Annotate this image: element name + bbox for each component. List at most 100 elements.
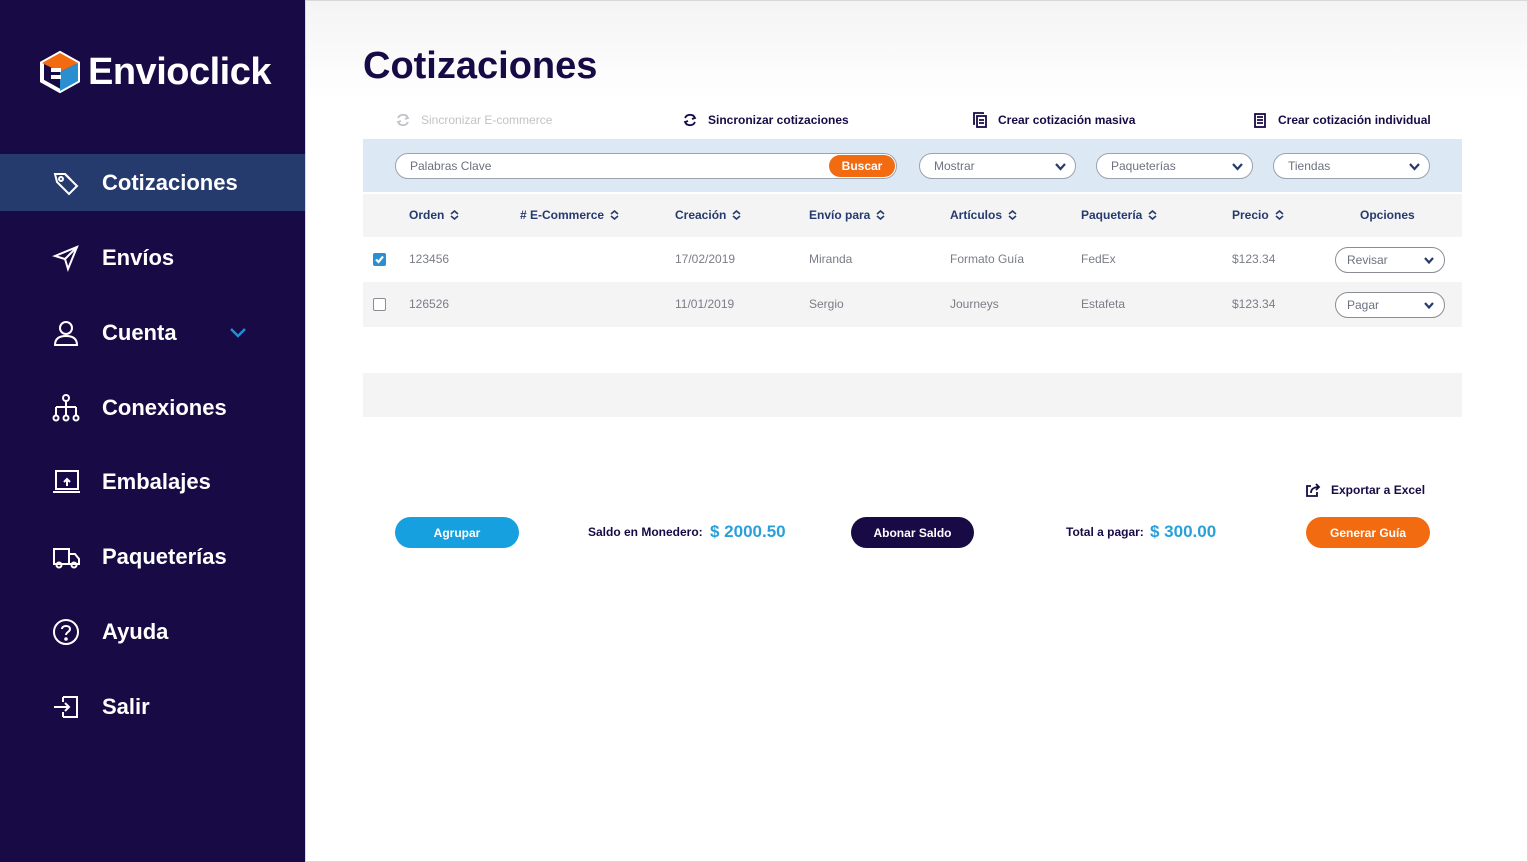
cell-carrier: Estafeta bbox=[1081, 297, 1126, 311]
single-quote-label: Crear cotización individual bbox=[1278, 113, 1431, 127]
sync-icon bbox=[396, 113, 410, 127]
column-header-ecommerce[interactable]: # E-Commerce bbox=[520, 208, 619, 222]
row-options-dropdown[interactable]: Revisar bbox=[1335, 247, 1445, 273]
sidebar-item-cotizaciones[interactable]: Cotizaciones bbox=[0, 154, 305, 211]
sync-icon bbox=[683, 113, 697, 127]
row-checkbox[interactable] bbox=[373, 298, 386, 311]
column-header-label: Opciones bbox=[1360, 208, 1415, 222]
sidebar-item-label: Ayuda bbox=[102, 618, 169, 644]
chevron-down-icon bbox=[1409, 163, 1420, 171]
cell-order: 123456 bbox=[409, 252, 450, 266]
wallet-amount: $ 2000.50 bbox=[710, 522, 786, 541]
bulk-quote-action[interactable]: Crear cotización masiva bbox=[972, 112, 1135, 128]
sidebar-item-label: Embalajes bbox=[102, 468, 211, 494]
generate-guide-button[interactable]: Generar Guía bbox=[1306, 517, 1430, 548]
sidebar-item-salir[interactable]: Salir bbox=[0, 678, 305, 735]
chevron-down-icon[interactable] bbox=[228, 322, 248, 342]
logout-icon bbox=[50, 691, 82, 723]
main-content: Cotizaciones Sincronizar E-commerce Sinc… bbox=[305, 0, 1528, 862]
sidebar-item-cuenta[interactable]: Cuenta bbox=[0, 304, 305, 361]
column-header-label: Artículos bbox=[950, 208, 1003, 222]
sidebar-item-label: Cuenta bbox=[102, 319, 177, 345]
show-dropdown[interactable]: Mostrar bbox=[919, 153, 1076, 179]
row-options-dropdown[interactable]: Pagar bbox=[1335, 292, 1445, 318]
document-icon bbox=[1254, 113, 1266, 128]
column-header-label: Envío para bbox=[809, 208, 871, 222]
chevron-down-icon bbox=[1055, 163, 1066, 171]
column-header-label: Creación bbox=[675, 208, 727, 222]
chevron-down-icon bbox=[1424, 302, 1434, 310]
column-header-envio-para[interactable]: Envío para bbox=[809, 208, 885, 222]
sidebar-item-conexiones[interactable]: Conexiones bbox=[0, 379, 305, 436]
table-row: 123456 17/02/2019 Miranda Formato Guía F… bbox=[363, 237, 1462, 282]
network-icon bbox=[50, 392, 82, 424]
sync-quotes-action[interactable]: Sincronizar cotizaciones bbox=[682, 112, 849, 128]
documents-icon bbox=[973, 112, 987, 128]
sidebar-item-envios[interactable]: Envíos bbox=[0, 229, 305, 286]
table-footer-bar bbox=[363, 373, 1462, 417]
envioclick-logo-icon bbox=[40, 50, 80, 94]
row-checkbox[interactable] bbox=[373, 253, 386, 266]
tag-icon bbox=[50, 167, 82, 199]
sidebar-item-embalajes[interactable]: Embalajes bbox=[0, 453, 305, 510]
sort-icon bbox=[450, 210, 459, 220]
cell-created: 11/01/2019 bbox=[675, 297, 735, 311]
cell-items: Journeys bbox=[950, 297, 999, 311]
column-header-label: # E-Commerce bbox=[520, 208, 605, 222]
sync-quotes-label: Sincronizar cotizaciones bbox=[708, 113, 849, 127]
sidebar-item-label: Conexiones bbox=[102, 394, 227, 420]
cell-recipient: Miranda bbox=[809, 252, 853, 266]
page-title: Cotizaciones bbox=[363, 45, 598, 87]
user-icon bbox=[50, 317, 82, 349]
column-header-creacion[interactable]: Creación bbox=[675, 208, 741, 222]
row-options-label: Pagar bbox=[1347, 298, 1380, 312]
cell-items: Formato Guía bbox=[950, 252, 1025, 266]
column-header-orden[interactable]: Orden bbox=[409, 208, 459, 222]
sort-icon bbox=[1148, 210, 1157, 220]
column-header-paqueteria[interactable]: Paquetería bbox=[1081, 208, 1157, 222]
sidebar-item-paqueterias[interactable]: Paqueterías bbox=[0, 528, 305, 585]
export-excel-label: Exportar a Excel bbox=[1331, 483, 1426, 497]
brand-logo[interactable]: Envioclick bbox=[38, 50, 271, 94]
sort-icon bbox=[1275, 210, 1284, 220]
filter-bar: Buscar Mostrar Paqueterías Tiendas bbox=[363, 139, 1462, 192]
search-input[interactable] bbox=[410, 157, 810, 175]
column-header-label: Precio bbox=[1232, 208, 1269, 222]
topup-button[interactable]: Abonar Saldo bbox=[851, 517, 974, 548]
check-icon bbox=[375, 255, 384, 264]
search-button[interactable]: Buscar bbox=[829, 155, 895, 177]
table-row: 126526 11/01/2019 Sergio Journeys Estafe… bbox=[363, 282, 1462, 327]
help-icon bbox=[50, 616, 82, 648]
table-header: Orden # E-Commerce Creación Envío para A… bbox=[363, 194, 1462, 237]
brand-name: Envioclick bbox=[88, 50, 271, 93]
export-excel-link[interactable]: Exportar a Excel bbox=[1305, 482, 1425, 498]
sort-icon bbox=[732, 210, 741, 220]
total-amount: $ 300.00 bbox=[1150, 522, 1217, 541]
column-header-precio[interactable]: Precio bbox=[1232, 208, 1284, 222]
stores-dropdown[interactable]: Tiendas bbox=[1273, 153, 1430, 179]
cell-recipient: Sergio bbox=[809, 297, 844, 311]
sidebar-item-ayuda[interactable]: Ayuda bbox=[0, 603, 305, 660]
carriers-dropdown[interactable]: Paqueterías bbox=[1096, 153, 1253, 179]
group-button[interactable]: Agrupar bbox=[395, 517, 519, 548]
chevron-down-icon bbox=[1424, 257, 1434, 265]
cell-price: $123.34 bbox=[1232, 252, 1276, 266]
stores-dropdown-label: Tiendas bbox=[1288, 159, 1331, 173]
share-export-icon bbox=[1306, 483, 1321, 497]
sidebar-item-label: Salir bbox=[102, 693, 150, 719]
sync-ecommerce-action[interactable]: Sincronizar E-commerce bbox=[395, 112, 552, 128]
single-quote-action[interactable]: Crear cotización individual bbox=[1252, 112, 1431, 128]
sync-ecommerce-label: Sincronizar E-commerce bbox=[421, 113, 553, 127]
row-options-label: Revisar bbox=[1347, 253, 1388, 267]
sidebar-item-label: Envíos bbox=[102, 244, 175, 270]
column-header-label: Paquetería bbox=[1081, 208, 1143, 222]
sidebar-item-label: Cotizaciones bbox=[102, 169, 238, 195]
sort-icon bbox=[1008, 210, 1017, 220]
column-header-label: Orden bbox=[409, 208, 445, 222]
send-icon bbox=[50, 242, 82, 274]
sort-icon bbox=[610, 210, 619, 220]
truck-icon bbox=[50, 541, 82, 573]
show-dropdown-label: Mostrar bbox=[934, 159, 975, 173]
column-header-articulos[interactable]: Artículos bbox=[950, 208, 1017, 222]
cell-carrier: FedEx bbox=[1081, 252, 1116, 266]
